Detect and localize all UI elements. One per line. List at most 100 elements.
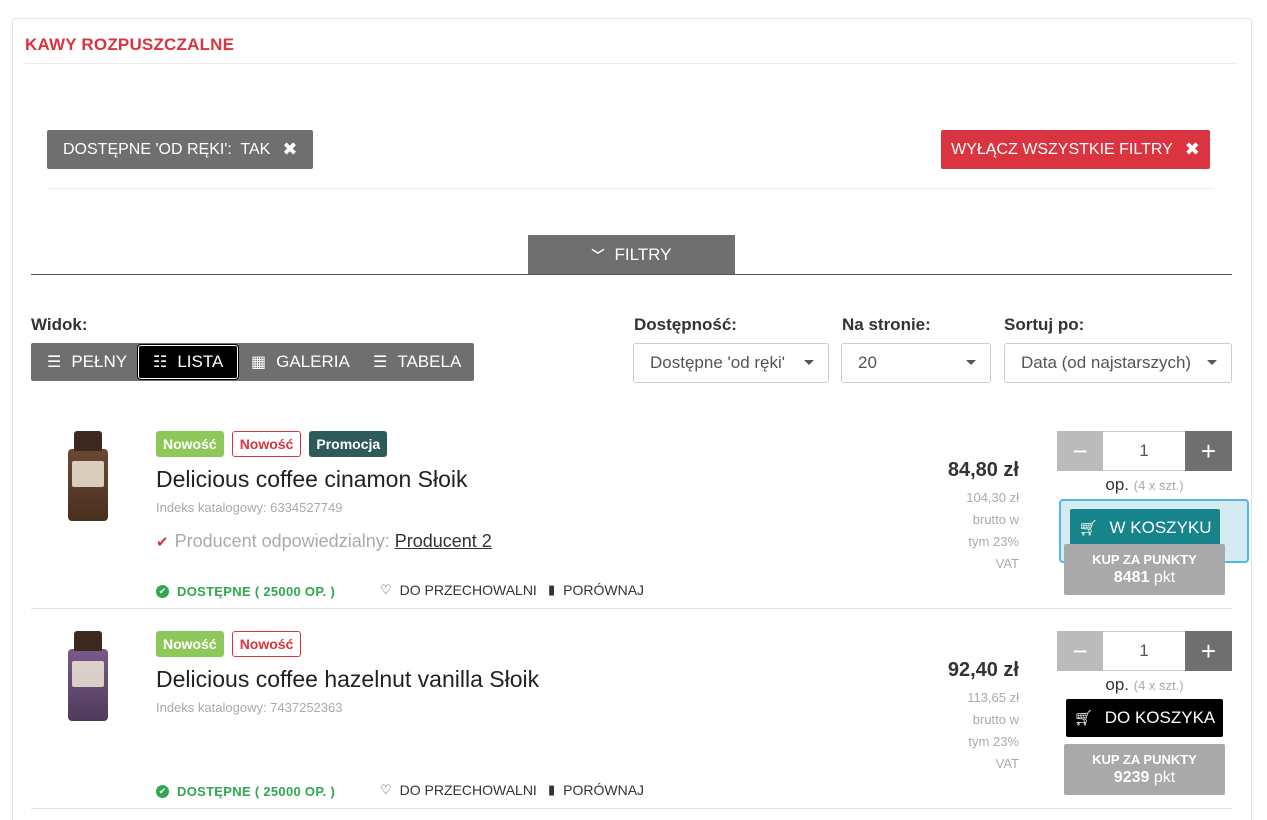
product-name[interactable]: Delicious coffee cinamon Słoik <box>156 466 468 493</box>
per-page-selected: 20 <box>858 353 877 372</box>
availability-label: Dostępność: <box>634 315 737 334</box>
check-circle-icon: ✔ <box>156 785 169 798</box>
view-full-button[interactable]: ☰ PEŁNY <box>47 343 127 381</box>
in-cart-button[interactable]: 🛒︎ W KOSZYKU <box>1070 509 1220 547</box>
points-label: KUP ZA PUNKTY <box>1092 552 1197 567</box>
bar-chart-icon: ▮ <box>548 782 556 797</box>
quantity-input[interactable]: 1 <box>1103 631 1185 671</box>
check-circle-icon: ✔ <box>156 585 169 598</box>
cart-icon: 🛒︎ <box>1078 520 1098 537</box>
decrease-button[interactable]: − <box>1057 631 1103 671</box>
view-gallery-label: GALERIA <box>276 352 350 371</box>
cart-label: DO KOSZYKA <box>1104 708 1216 727</box>
badge-new: Nowość <box>231 431 302 457</box>
gross-price: 113,65 zł <box>967 690 1019 705</box>
availability-status: ✔ DOSTĘPNE ( 25000 OP. ) <box>156 784 335 799</box>
product-price: 92,40 zł <box>947 659 1019 681</box>
heart-icon: ♡ <box>380 582 392 597</box>
unit-detail: (4 x szt.) <box>1133 678 1184 693</box>
per-page-select[interactable]: 20 <box>841 343 991 383</box>
product-producer: ✔ Producent odpowiedzialny: Producent 2 <box>156 531 492 552</box>
availability-text: DOSTĘPNE ( 25000 OP. ) <box>177 584 336 599</box>
compare-label: PORÓWNAJ <box>563 782 645 798</box>
clear-all-filters-label: WYŁĄCZ WSZYSTKIE FILTRY <box>951 140 1173 158</box>
compare-button[interactable]: ▮ PORÓWNAJ <box>548 582 644 598</box>
heart-icon: ♡ <box>380 782 392 797</box>
clear-all-filters-button[interactable]: WYŁĄCZ WSZYSTKIE FILTRY ✖ <box>941 130 1210 169</box>
decrease-button[interactable]: − <box>1057 431 1103 471</box>
unit-label: op. (4 x szt.) <box>1105 675 1184 694</box>
product-price: 84,80 zł <box>947 459 1019 481</box>
availability-status: ✔ DOSTĘPNE ( 25000 OP. ) <box>156 584 335 599</box>
gross-line: VAT <box>995 756 1019 771</box>
increase-button[interactable]: + <box>1185 631 1232 671</box>
bar-chart-icon: ▮ <box>548 582 556 597</box>
gross-price-info: 113,65 zł brutto w tym 23% VAT <box>939 687 1019 775</box>
caret-down-icon <box>1207 360 1217 365</box>
product-image[interactable] <box>66 631 110 725</box>
gross-line: VAT <box>995 556 1019 571</box>
buy-with-points-button[interactable]: KUP ZA PUNKTY 9239 pkt <box>1064 744 1225 795</box>
filters-toggle-button[interactable]: ﹀ FILTRY <box>528 235 735 274</box>
filters-toggle-label: FILTRY <box>614 244 672 264</box>
chevron-down-icon: ﹀ <box>591 248 605 263</box>
producer-link[interactable]: Producent 2 <box>395 531 492 551</box>
product-index: Indeks katalogowy: 7437252363 <box>156 700 343 715</box>
view-full-label: PEŁNY <box>71 352 128 371</box>
table-icon: ☰ <box>373 354 388 371</box>
view-gallery-button[interactable]: ▦ GALERIA <box>251 343 350 381</box>
gross-line: brutto w <box>972 712 1019 727</box>
caret-down-icon <box>804 360 814 365</box>
availability-select[interactable]: Dostępne 'od ręki' <box>633 343 829 383</box>
grid-icon: ▦ <box>251 354 267 371</box>
view-label: Widok: <box>31 315 88 334</box>
product-name[interactable]: Delicious coffee hazelnut vanilla Słoik <box>156 666 539 693</box>
active-filter-chip[interactable]: DOSTĘPNE 'OD RĘKI': TAK ✖ <box>47 130 314 169</box>
view-switcher: ☰ PEŁNY ☷ LISTA ▦ GALERIA ☰ TABELA <box>31 343 474 381</box>
badge-promo: Promocja <box>309 431 388 457</box>
store-button[interactable]: ♡ DO PRZECHOWALNI <box>380 782 537 798</box>
compare-label: PORÓWNAJ <box>563 582 645 598</box>
cart-icon: 🛒︎ <box>1073 710 1093 727</box>
badge-new: Nowość <box>156 431 224 457</box>
product-badges: Nowość Nowość Promocja <box>156 431 388 457</box>
badge-new: Nowość <box>156 631 224 657</box>
store-label: DO PRZECHOWALNI <box>399 782 537 798</box>
increase-button[interactable]: + <box>1185 431 1232 471</box>
quantity-stepper: − 1 + <box>1057 631 1232 671</box>
unit-detail: (4 x szt.) <box>1133 478 1184 493</box>
points-value-line: 9239 pkt <box>1113 769 1176 786</box>
view-table-label: TABELA <box>397 352 462 371</box>
buy-with-points-button[interactable]: KUP ZA PUNKTY 8481 pkt <box>1064 544 1225 595</box>
product-image[interactable] <box>66 431 110 525</box>
product-row: Nowość Nowość Delicious coffee hazelnut … <box>31 609 1232 809</box>
category-title: KAWY ROZPUSZCZALNE <box>25 35 235 54</box>
view-table-button[interactable]: ☰ TABELA <box>373 343 461 381</box>
gross-line: tym 23% <box>968 734 1019 749</box>
sort-label: Sortuj po: <box>1004 315 1085 334</box>
quantity-input[interactable]: 1 <box>1103 431 1185 471</box>
sort-select[interactable]: Data (od najstarszych) <box>1004 343 1232 383</box>
badge-new: Nowość <box>231 631 302 657</box>
product-row: Nowość Nowość Promocja Delicious coffee … <box>31 409 1249 609</box>
availability-text: DOSTĘPNE ( 25000 OP. ) <box>177 784 336 799</box>
store-button[interactable]: ♡ DO PRZECHOWALNI <box>380 582 537 598</box>
divider <box>31 274 1232 275</box>
sort-selected: Data (od najstarszych) <box>1021 353 1192 372</box>
gross-price-info: 104,30 zł brutto w tym 23% VAT <box>939 487 1019 575</box>
view-list-label: LISTA <box>177 352 224 371</box>
cart-label: W KOSZYKU <box>1109 518 1212 537</box>
close-icon: ✖ <box>1184 139 1200 159</box>
unit-label: op. (4 x szt.) <box>1105 475 1184 494</box>
close-icon[interactable]: ✖ <box>282 139 297 160</box>
compare-button[interactable]: ▮ PORÓWNAJ <box>548 782 644 798</box>
add-to-cart-button[interactable]: 🛒︎ DO KOSZYKA <box>1066 699 1223 737</box>
list-icon: ☷ <box>153 354 168 371</box>
view-list-button[interactable]: ☷ LISTA <box>136 344 240 380</box>
gross-price: 104,30 zł <box>966 490 1019 505</box>
points-label: KUP ZA PUNKTY <box>1092 752 1197 767</box>
per-page-label: Na stronie: <box>842 315 931 334</box>
check-icon: ✔ <box>156 534 169 551</box>
availability-selected: Dostępne 'od ręki' <box>650 353 786 372</box>
producer-label: Producent odpowiedzialny: <box>174 531 390 551</box>
